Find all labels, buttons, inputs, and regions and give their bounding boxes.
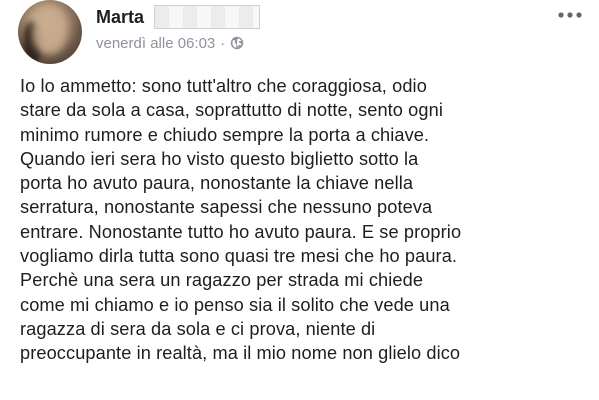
meta-separator: · [220, 34, 226, 52]
post-text-line: come mi chiamo e io penso sia il solito … [20, 294, 450, 315]
globe-icon[interactable] [230, 36, 244, 50]
post-text-line: porta ho avuto paura, nonostante la chia… [20, 173, 414, 194]
avatar[interactable] [18, 0, 82, 64]
more-options-button[interactable] [555, 4, 585, 26]
author-row: Marta [96, 4, 261, 30]
post-text-line: preoccupante in realtà, ma il mio nome n… [20, 343, 461, 364]
ellipsis-icon [558, 12, 582, 18]
redacted-surname [154, 5, 261, 29]
post-text-line: Perchè una sera un ragazzo per strada mi… [20, 270, 424, 291]
post-text-line: Quando ieri sera ho visto questo bigliet… [20, 148, 419, 169]
author-name[interactable]: Marta [96, 7, 144, 28]
post-text: Io lo ammetto: sono tutt'altro che corag… [20, 74, 590, 366]
post-text-line: Io lo ammetto: sono tutt'altro che corag… [20, 76, 427, 96]
facebook-post: Marta venerdì alle 06:03 · Io lo ammetto… [0, 0, 599, 400]
avatar-face-blur [32, 10, 66, 54]
post-text-line: minimo rumore e chiudo sempre la porta a… [20, 124, 430, 145]
post-text-line: serratura, nonostante sapessi che nessun… [20, 197, 433, 218]
post-text-line: entrare. Nonostante tutto ho avuto paura… [20, 221, 462, 242]
post-text-line: vogliamo dirla tutta sono quasi tre mesi… [20, 246, 458, 267]
post-text-line: stare da sola a casa, soprattutto di not… [20, 100, 443, 121]
post-meta: venerdì alle 06:03 · [96, 33, 244, 53]
post-timestamp[interactable]: venerdì alle 06:03 [96, 35, 215, 52]
post-text-line: ragazza di sera da sola e ci prova, nien… [20, 318, 376, 339]
